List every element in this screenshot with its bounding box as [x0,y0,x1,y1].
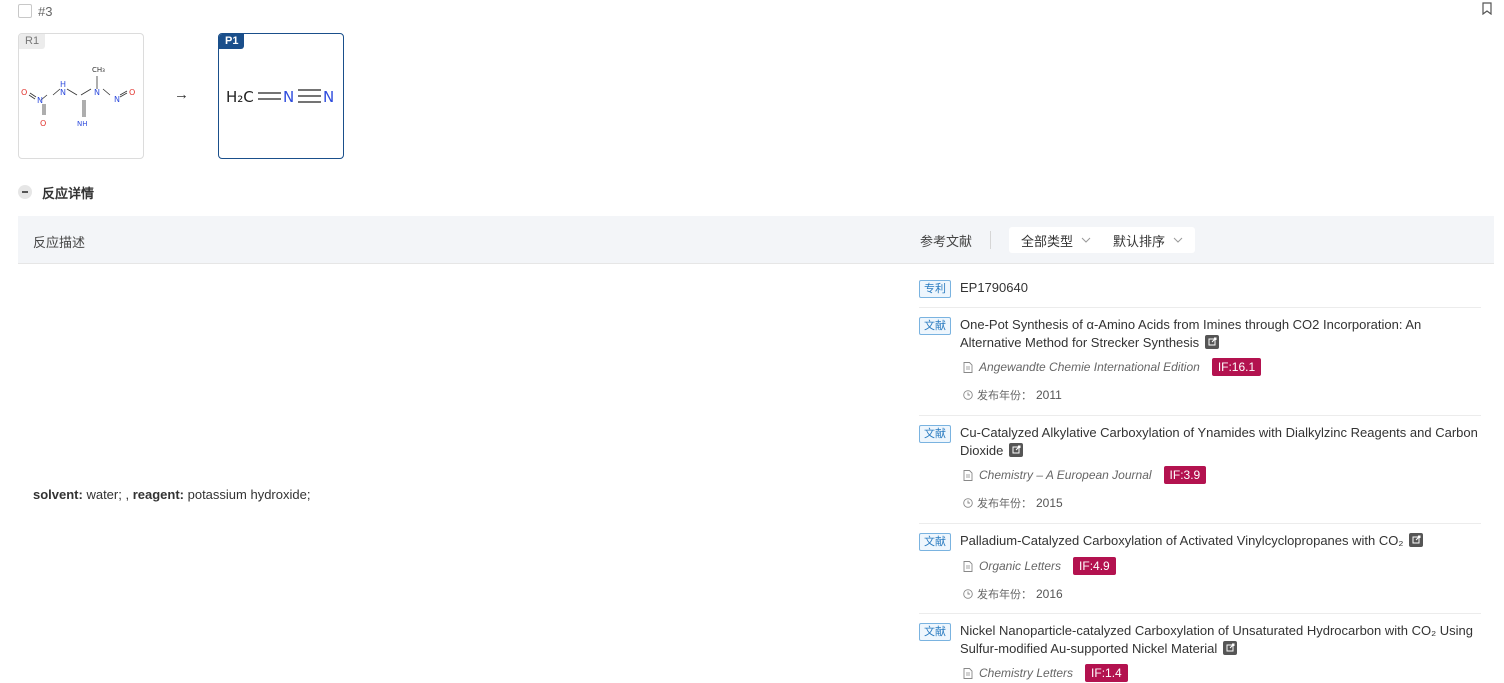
impact-factor-badge: IF:3.9 [1163,466,1207,484]
reference-item: 文献 Nickel Nanoparticle-catalyzed Carboxy… [919,614,1481,683]
product-structure: H₂C N N [226,88,334,106]
type-filter-value: 全部类型 [1021,233,1074,249]
bookmark-icon[interactable] [1482,2,1492,15]
journal-name: Chemistry – A European Journal [979,468,1152,482]
atom-label: N [94,88,100,97]
solvent-value: water; , [82,487,133,502]
reaction-number: #3 [38,3,53,19]
publish-year: 2015 [1036,496,1063,510]
clock-icon [963,498,973,508]
year-line: 发布年份： 2011 [963,388,1481,402]
year-label: 发布年份： [977,390,1032,402]
atom-label: NH [77,120,88,128]
literature-tag: 文献 [919,317,951,335]
reaction-arrow: → [174,86,189,103]
reagent-label: reagent: [132,487,184,502]
clock-icon [963,589,973,599]
external-link-icon[interactable] [1223,641,1238,655]
year-label: 发布年份： [977,589,1032,601]
atom-label: O [129,88,135,97]
chevron-down-icon [1173,237,1183,243]
year-label: 发布年份： [977,498,1032,510]
reference-item: 文献 Palladium-Catalyzed Carboxylation of … [919,524,1481,614]
document-icon [963,361,973,373]
journal-line: Organic Letters IF:4.9 [963,557,1481,575]
external-link-icon[interactable] [1009,443,1024,457]
section-toggle[interactable]: 反应详情 [18,183,94,201]
journal-name: Chemistry Letters [979,666,1074,680]
reference-item: 专利 EP1790640 [919,272,1481,308]
atom-label: O [40,119,46,128]
section-title: 反应详情 [42,185,95,201]
desc-column-header: 反应描述 [33,235,86,250]
external-link-icon[interactable] [1409,533,1424,547]
impact-factor-badge: IF:4.9 [1073,557,1116,575]
product-card[interactable]: P1 H₂C N N [218,33,344,159]
reaction-header: #3 [18,2,52,20]
journal-name: Angewandte Chemie International Edition [979,360,1200,374]
external-link-icon[interactable] [1205,335,1220,349]
reference-list: 专利 EP1790640 文献 One-Pot Synthesis of α-A… [919,272,1481,683]
document-icon [963,560,973,572]
document-icon [963,469,973,481]
type-filter-dropdown[interactable]: 全部类型 [1019,231,1093,250]
impact-factor-badge: IF:16.1 [1211,358,1262,376]
nitrogen-label: N [283,88,294,106]
literature-tag: 文献 [919,425,951,443]
publish-year: 2016 [1036,587,1063,601]
literature-tag: 文献 [919,623,951,641]
h2c-label: H₂C [226,88,254,106]
reference-item: 文献 One-Pot Synthesis of α-Amino Acids fr… [919,308,1481,416]
nitrogen-label: N [323,88,334,106]
sort-dropdown[interactable]: 默认排序 [1111,231,1185,250]
atom-label: N [37,96,43,105]
journal-line: Chemistry – A European Journal IF:3.9 [963,466,1481,484]
table-header: 反应描述 参考文献 全部类型 默认排序 [18,216,1494,264]
clock-icon [963,390,973,400]
atom-label: CH₃ [92,66,105,74]
publish-year: 2011 [1036,388,1062,402]
select-checkbox[interactable] [18,4,32,18]
reference-title[interactable]: EP1790640 [960,279,1028,297]
document-icon [963,667,973,679]
year-line: 发布年份： 2016 [963,587,1481,601]
reagent-value: potassium hydroxide; [184,487,311,502]
divider [990,231,992,249]
atom-label: O [21,88,27,97]
sort-value: 默认排序 [1113,233,1166,249]
ref-header-label: 参考文献 [920,233,973,249]
reaction-description: solvent: water; , reagent: potassium hyd… [33,487,310,502]
impact-factor-badge: IF:1.4 [1085,664,1128,682]
reference-item: 文献 Cu-Catalyzed Alkylative Carboxylation… [919,416,1481,524]
ref-column-header: 参考文献 全部类型 默认排序 [920,227,1196,253]
journal-line: Angewandte Chemie International Edition … [963,358,1481,376]
reactant-structure: O N O H N N NH CH₃ N O [21,66,135,128]
chevron-down-icon [1081,237,1091,243]
year-line: 发布年份： 2015 [963,496,1481,510]
collapse-icon[interactable] [18,185,32,199]
atom-label: N [60,88,66,97]
reactant-card[interactable]: R1 O N O H N N NH CH₃ N O [18,33,144,159]
reference-title[interactable]: Cu-Catalyzed Alkylative Carboxylation of… [960,424,1481,460]
atom-label: N [114,95,120,104]
filter-group: 全部类型 默认排序 [1009,227,1196,253]
solvent-label: solvent: [33,487,83,502]
reference-title[interactable]: Palladium-Catalyzed Carboxylation of Act… [960,532,1424,550]
journal-name: Organic Letters [979,559,1062,573]
reference-title[interactable]: One-Pot Synthesis of α-Amino Acids from … [960,316,1481,352]
journal-line: Chemistry Letters IF:1.4 [963,664,1481,682]
patent-tag: 专利 [919,280,951,298]
literature-tag: 文献 [919,533,951,551]
reference-title[interactable]: Nickel Nanoparticle-catalyzed Carboxylat… [960,622,1481,658]
